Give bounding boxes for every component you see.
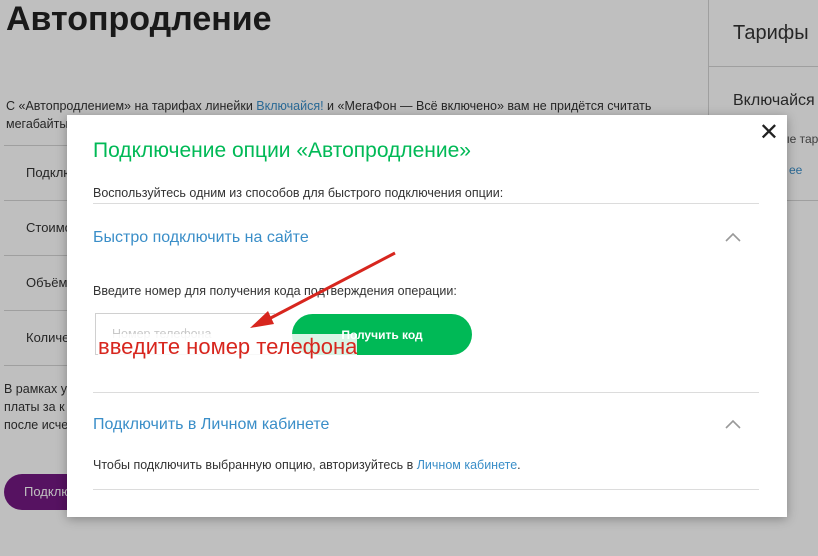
modal-description: Воспользуйтесь одним из способов для быс…: [93, 186, 504, 200]
autoprolong-modal: ✕ Подключение опции «Автопродление» Восп…: [67, 115, 787, 517]
divider: [93, 203, 759, 204]
close-icon[interactable]: ✕: [759, 121, 779, 145]
modal-title: Подключение опции «Автопродление»: [93, 139, 471, 162]
annotation-text: введите номер телефона: [98, 334, 358, 360]
chevron-up-icon[interactable]: [724, 418, 742, 430]
personal-account-text-start: Чтобы подключить выбранную опцию, автори…: [93, 458, 417, 472]
divider: [93, 392, 759, 393]
section-quick-connect-title[interactable]: Быстро подключить на сайте: [93, 229, 309, 247]
personal-account-link[interactable]: Личном кабинете: [417, 458, 517, 472]
divider: [93, 489, 759, 490]
personal-account-text-end: .: [517, 458, 521, 472]
code-instruction: Введите номер для получения кода подтвер…: [93, 284, 457, 298]
section-personal-account-title[interactable]: Подключить в Личном кабинете: [93, 416, 329, 434]
personal-account-text: Чтобы подключить выбранную опцию, автори…: [93, 458, 521, 472]
chevron-up-icon[interactable]: [724, 231, 742, 243]
